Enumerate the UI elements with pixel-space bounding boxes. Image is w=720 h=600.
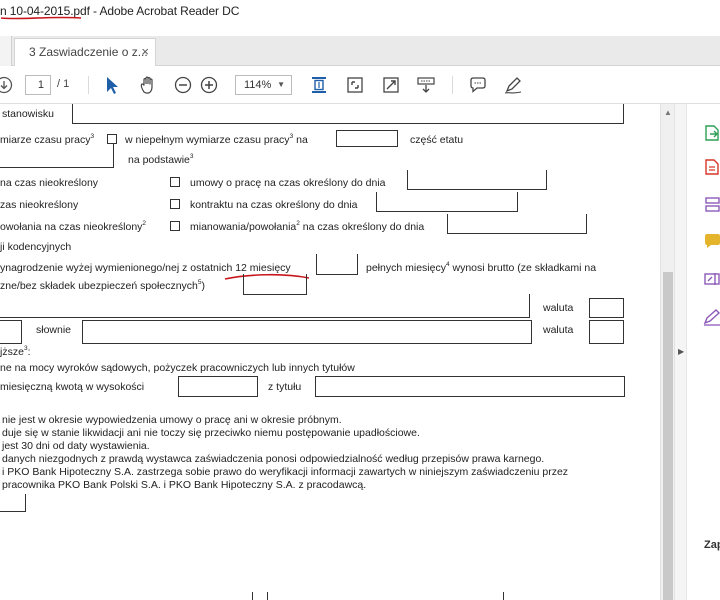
comment-icon[interactable] bbox=[468, 75, 488, 95]
select-tool-icon[interactable] bbox=[102, 75, 122, 95]
edit-pdf-icon[interactable] bbox=[703, 308, 720, 326]
zoom-value: 114% bbox=[244, 79, 272, 91]
text-waluta-1: waluta bbox=[543, 302, 574, 314]
zoom-select[interactable]: 114% ▼ bbox=[235, 75, 292, 95]
tools-pane: Zap bbox=[686, 104, 720, 600]
text-umowa-nieokreslony: na czas nieokreślony bbox=[0, 177, 99, 189]
checkbox-kontrakt-okreslony[interactable] bbox=[170, 199, 180, 209]
text-skladki: zne/bez składek ubezpieczeń społecznych5… bbox=[0, 279, 205, 292]
chevron-down-icon: ▼ bbox=[277, 80, 285, 89]
text-oswiadczenie-6: pracownika PKO Bank Polski S.A. i PKO Ba… bbox=[2, 479, 367, 491]
text-kontrakt-nieokreslony: zas nieokreślony bbox=[0, 199, 79, 211]
table-border bbox=[267, 592, 268, 600]
field-kontrakt-do-dnia bbox=[376, 192, 518, 212]
text-stanowisku: stanowisku bbox=[2, 108, 54, 120]
tab-home[interactable] bbox=[0, 36, 12, 66]
table-border bbox=[503, 592, 504, 600]
field-mianowanie-do-dnia bbox=[447, 214, 587, 234]
organize-pages-icon[interactable] bbox=[703, 196, 720, 214]
scroll-mode-icon[interactable] bbox=[416, 75, 436, 95]
field-stanowisko bbox=[72, 104, 624, 124]
toolbar-divider bbox=[88, 76, 89, 94]
tab-bar: 3 Zaswiadczenie o z... × bbox=[0, 36, 720, 66]
scrollbar-thumb[interactable] bbox=[663, 272, 673, 600]
right-pane-toggle[interactable]: ▶ bbox=[674, 104, 686, 600]
checkbox-niepelny-wymiar[interactable] bbox=[107, 134, 117, 144]
toolbar: 1 / 1 114% ▼ bbox=[0, 66, 720, 104]
text-oswiadczenie-1: nie jest w okresie wypowiedzenia umowy o… bbox=[2, 414, 342, 426]
page-total: / 1 bbox=[57, 78, 70, 90]
fit-page-icon[interactable] bbox=[309, 75, 329, 95]
close-tab-icon[interactable]: × bbox=[141, 44, 149, 59]
text-oswiadczenie-4: danych niezgodnych z prawdą wystawca zaś… bbox=[2, 453, 545, 465]
field-podpis bbox=[0, 494, 26, 512]
export-pdf-icon[interactable] bbox=[703, 124, 720, 142]
pane-label: Zap bbox=[704, 539, 720, 551]
rotate-view-icon[interactable] bbox=[345, 75, 365, 95]
red-underline-annotation bbox=[0, 16, 82, 20]
table-border bbox=[252, 592, 253, 600]
title-bar: n 10-04-2015.pdf - Adobe Acrobat Reader … bbox=[0, 0, 720, 36]
text-mianowanie: mianowania/powołania2 na czas określony … bbox=[190, 220, 425, 233]
field-liczba-miesiecy bbox=[316, 254, 358, 275]
text-umowa-okreslony: umowy o pracę na czas określony do dnia bbox=[190, 177, 386, 189]
zoom-out-icon[interactable] bbox=[173, 75, 193, 95]
field-wymiar bbox=[0, 144, 114, 168]
field-waluta-1 bbox=[589, 298, 624, 318]
field-z-tytulu bbox=[315, 376, 625, 397]
text-czesc-etatu: część etatu bbox=[410, 134, 464, 146]
field-kwota-liczbowo bbox=[0, 320, 22, 344]
create-pdf-icon[interactable] bbox=[703, 158, 720, 176]
text-z-tytulu: z tytułu bbox=[268, 381, 302, 393]
field-czesc-etatu bbox=[336, 130, 398, 147]
field-waluta-2 bbox=[589, 320, 624, 344]
text-slownie: słownie bbox=[36, 324, 72, 336]
text-oswiadczenie-2: duje się w stanie likwidacji ani nie toc… bbox=[2, 427, 420, 439]
field-kwota bbox=[0, 294, 530, 318]
text-kwota-miesieczna: miesięczną kwotą w wysokości bbox=[0, 381, 145, 393]
toolbar-divider bbox=[452, 76, 453, 94]
page-down-icon[interactable] bbox=[0, 75, 14, 95]
text-potracenia: ne na mocy wyroków sądowych, pożyczek pr… bbox=[0, 362, 355, 374]
text-oswiadczenie-5: i PKO Bank Hipoteczny S.A. zastrzega sob… bbox=[2, 466, 569, 478]
text-kodencyjne: ji kodencyjnych bbox=[0, 241, 72, 253]
text-waluta-2: waluta bbox=[543, 324, 574, 336]
text-wymiar-niepelny: w niepełnym wymiarze czasu pracy3 na bbox=[125, 133, 308, 146]
text-oswiadczenie-3: jest 30 dni od daty wystawienia. bbox=[2, 440, 150, 452]
document-tab-label: 3 Zaswiadczenie o z... bbox=[29, 45, 148, 59]
field-kwota-slownie bbox=[82, 320, 532, 344]
field-umowa-do-dnia bbox=[407, 170, 547, 190]
sign-pen-icon[interactable] bbox=[503, 75, 523, 95]
full-screen-icon[interactable] bbox=[381, 75, 401, 95]
hand-tool-icon[interactable] bbox=[138, 75, 158, 95]
zoom-in-icon[interactable] bbox=[199, 75, 219, 95]
text-powolanie-nieokreslony: owołania na czas nieokreślony2 bbox=[0, 220, 147, 233]
scroll-up-icon[interactable]: ▲ bbox=[664, 108, 672, 117]
comment-tool-icon[interactable] bbox=[703, 232, 720, 250]
text-na-podstawie: na podstawie3 bbox=[128, 153, 194, 166]
checkbox-mianowanie[interactable] bbox=[170, 221, 180, 231]
fill-sign-icon[interactable] bbox=[703, 270, 720, 288]
field-kwota-miesieczna bbox=[178, 376, 258, 397]
checkbox-umowa-okreslony[interactable] bbox=[170, 177, 180, 187]
vertical-scrollbar[interactable]: ▲ bbox=[660, 104, 674, 600]
field-skladki bbox=[243, 274, 307, 295]
pdf-page: stanowisku miarze czasu pracy3 w niepełn… bbox=[0, 104, 640, 600]
chevron-right-icon: ▶ bbox=[678, 347, 685, 356]
document-view[interactable]: stanowisku miarze czasu pracy3 w niepełn… bbox=[0, 104, 660, 600]
page-number-input[interactable]: 1 bbox=[25, 75, 51, 95]
text-kontrakt-okreslony: kontraktu na czas określony do dnia bbox=[190, 199, 358, 211]
document-tab[interactable]: 3 Zaswiadczenie o z... × bbox=[14, 38, 156, 66]
text-pelnych-miesiecy: pełnych miesięcy4 wynosi brutto (ze skła… bbox=[366, 261, 597, 274]
text-wyzsze: jższe3: bbox=[0, 345, 31, 358]
